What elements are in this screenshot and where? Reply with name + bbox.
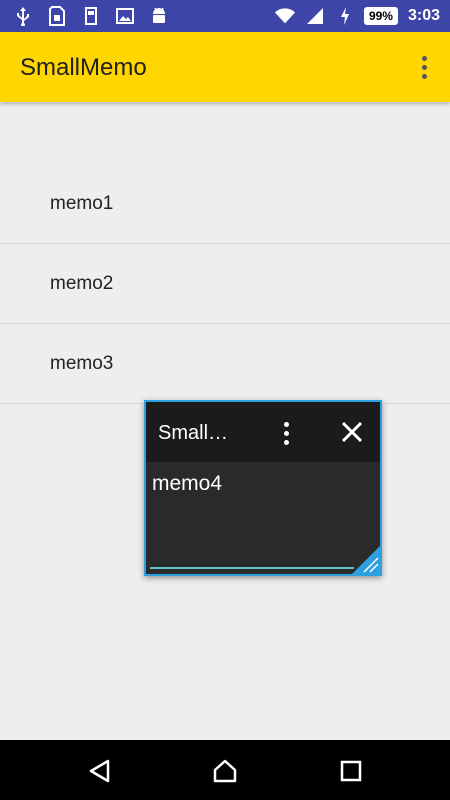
notification-icons (12, 5, 170, 27)
sim-icon (46, 5, 68, 27)
memo-label: memo2 (50, 272, 114, 294)
system-icons: 99% 3:03 (274, 5, 440, 27)
battery-level: 99% (363, 7, 398, 25)
list-item[interactable]: memo2 (0, 244, 450, 324)
android-icon (148, 5, 170, 27)
text-field-underline (150, 567, 354, 569)
app-title: SmallMemo (20, 54, 147, 81)
wifi-icon (274, 5, 296, 27)
image-icon (114, 5, 136, 27)
floating-window-header[interactable]: Small… (146, 402, 380, 462)
resize-handle-icon[interactable] (350, 544, 382, 576)
navigation-bar (0, 740, 450, 800)
battery-charging-icon (334, 5, 356, 27)
memo-label: memo3 (50, 352, 114, 374)
memo-list: memo1 memo2 memo3 (0, 164, 450, 404)
recents-icon[interactable] (338, 758, 364, 784)
floating-window-title: Small… (158, 422, 229, 444)
memo-label: memo1 (50, 192, 114, 214)
home-icon[interactable] (212, 758, 238, 784)
cellular-signal-icon (304, 5, 326, 27)
status-bar: 99% 3:03 (0, 0, 450, 32)
floating-memo-window[interactable]: Small… memo4 (144, 400, 382, 576)
close-icon[interactable] (338, 418, 366, 446)
usb-icon (12, 5, 34, 27)
back-icon[interactable] (87, 758, 113, 784)
storage-icon (80, 5, 102, 27)
list-item[interactable]: memo3 (0, 324, 450, 404)
more-vert-icon[interactable] (276, 420, 296, 446)
floating-memo-text[interactable]: memo4 (152, 472, 222, 496)
app-bar: SmallMemo (0, 32, 450, 102)
clock: 3:03 (407, 7, 440, 24)
more-vert-icon[interactable] (412, 52, 436, 82)
list-item[interactable]: memo1 (0, 164, 450, 244)
